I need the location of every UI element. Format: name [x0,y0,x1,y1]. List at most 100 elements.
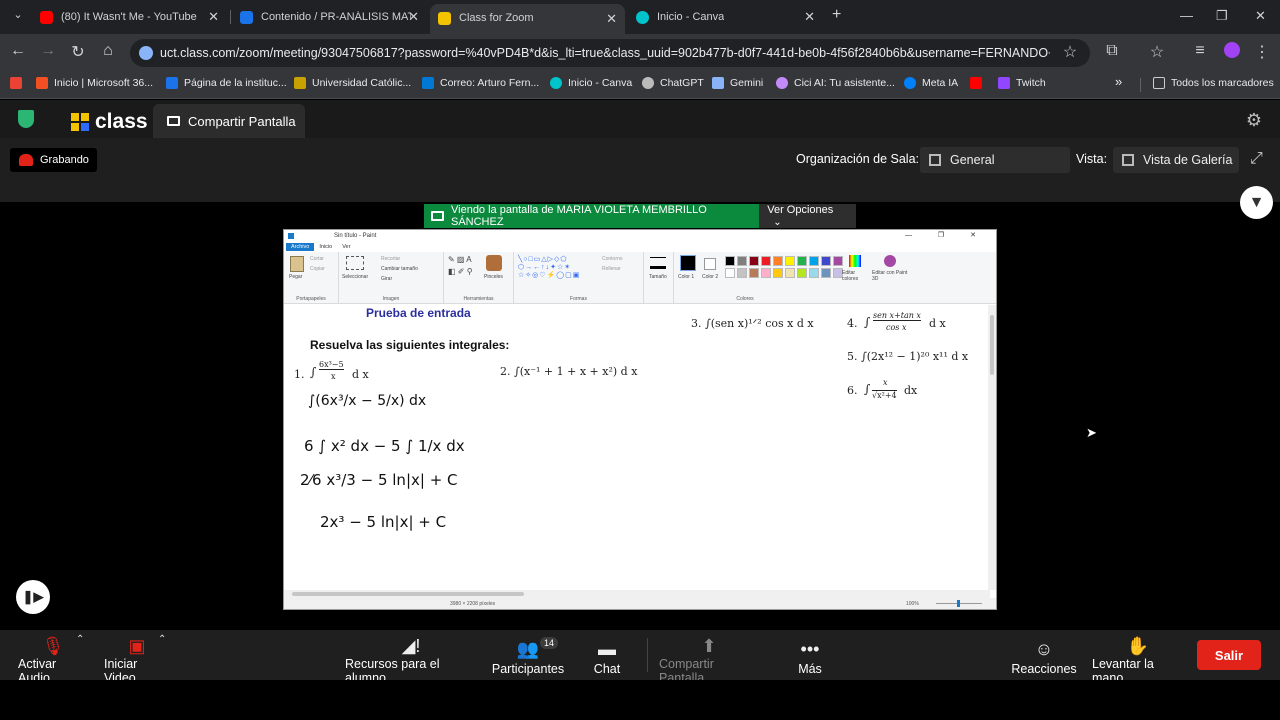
close-tab-icon[interactable]: ✕ [606,11,617,27]
paint-canvas[interactable]: Prueba de entrada Resuelva las siguiente… [284,305,990,590]
palette-swatch[interactable] [785,256,795,266]
palette-swatch[interactable] [725,268,735,278]
new-tab-button[interactable]: + [832,6,841,24]
minimize-icon[interactable]: — [1180,8,1193,23]
site-info-icon[interactable] [139,46,153,60]
profile-avatar[interactable] [1222,42,1242,63]
tab-canva[interactable]: Inicio - Canva ✕ [628,6,823,28]
palette-swatch[interactable] [773,256,783,266]
apps-icon[interactable] [10,77,28,89]
bookmark-star-icon[interactable]: ☆ [1060,42,1080,62]
participants-icon: 👥 [516,638,540,659]
chat-button[interactable]: ▬ Chat [594,630,620,680]
settings-gear-icon[interactable]: ⚙ [1246,110,1262,131]
close-tab-icon[interactable]: ✕ [208,9,219,25]
palette-swatch[interactable] [797,256,807,266]
bookmark-item[interactable]: Universidad Católic... [294,77,411,89]
bookmark-item[interactable]: Correo: Arturo Fern... [422,77,539,89]
all-bookmarks-folder[interactable]: Todos los marcadores [1153,77,1274,89]
extensions-icon[interactable]: ⧉ [1102,42,1122,60]
address-bar[interactable]: uct.class.com/zoom/meeting/93047506817?p… [130,39,1090,67]
palette-swatch[interactable] [737,268,747,278]
palette-swatch[interactable] [797,268,807,278]
bookmark-item[interactable]: Cici AI: Tu asistente... [776,77,895,89]
more-bookmarks-button[interactable]: » [1115,74,1122,89]
bookmark-item[interactable]: Inicio | Microsoft 36... [36,77,153,89]
tab-class-for-zoom[interactable]: Class for Zoom ✕ [430,4,625,34]
palette-swatch[interactable] [761,268,771,278]
media-icon[interactable]: ≡ [1190,42,1210,60]
color1-swatch[interactable] [680,255,696,271]
video-options-caret[interactable]: ⌃ [158,634,166,645]
bookmark-item[interactable]: Inicio - Canva [550,77,632,89]
back-icon[interactable]: ← [8,42,28,60]
palette-swatch[interactable] [809,256,819,266]
pencil-icon[interactable]: ✎ ▨ A [448,255,472,264]
shield-icon [18,110,34,128]
palette-swatch[interactable] [833,256,843,266]
leave-button[interactable]: Salir [1197,640,1261,670]
class-logo: class [70,110,148,134]
bookmark-item[interactable]: ChatGPT [642,77,704,89]
close-window-icon[interactable]: ✕ [1255,8,1266,24]
bookmarks-icon[interactable]: ☆ [1147,42,1167,62]
palette-swatch[interactable] [761,256,771,266]
participants-count-badge: 14 [540,637,559,649]
toggle-panel-button[interactable]: ❚▶ [16,580,50,614]
share-screen-tab[interactable]: Compartir Pantalla [153,104,305,138]
color-palette[interactable] [724,255,844,279]
menu-icon[interactable]: ⋮ [1252,42,1272,62]
paint-vertical-scrollbar[interactable] [988,305,996,590]
tab-inicio[interactable]: Inicio [314,243,337,251]
palette-swatch[interactable] [725,256,735,266]
palette-swatch[interactable] [821,268,831,278]
fullscreen-icon[interactable]: ⤢ [1250,150,1263,168]
zoom-slider-thumb[interactable] [957,600,960,607]
palette-swatch[interactable] [749,268,759,278]
download-arrow-icon[interactable]: ▼ [1240,186,1273,219]
raise-hand-button[interactable]: ✋ Levantar la mano [1092,630,1184,685]
color2-swatch[interactable] [704,258,716,270]
tab-archivo[interactable]: Archivo [286,243,315,251]
tab-ver[interactable]: Ver [337,243,355,251]
recording-cloud-icon [19,154,33,166]
close-tab-icon[interactable]: ✕ [804,9,815,25]
restore-icon[interactable]: ❐ [1216,8,1228,24]
url-text[interactable]: uct.class.com/zoom/meeting/93047506817?p… [160,46,1050,60]
paint-horizontal-scrollbar[interactable] [284,590,990,598]
student-resources-button[interactable]: ◢! Recursos para el alumno [345,630,477,685]
palette-swatch[interactable] [809,268,819,278]
bookmark-item[interactable]: Twitch [998,77,1046,89]
eraser-icon[interactable]: ◧ ✐ ⚲ [448,267,473,276]
share-screen-button[interactable]: ⬆ Compartir Pantalla [659,630,759,685]
view-options-button[interactable]: Ver Opciones ⌄ [759,204,856,228]
bookmark-item[interactable]: Gemini [712,77,763,89]
more-button[interactable]: ••• Más [798,630,822,680]
audio-options-caret[interactable]: ⌃ [76,634,84,645]
palette-swatch[interactable] [737,256,747,266]
chat-icon: ▬ [598,638,616,659]
reactions-button[interactable]: ☺ Reacciones [1011,630,1076,680]
palette-swatch[interactable] [821,256,831,266]
palette-swatch[interactable] [773,268,783,278]
tab-youtube[interactable]: (80) It Wasn't Me - YouTube ✕ [32,6,227,28]
gallery-icon [1122,154,1134,166]
close-tab-icon[interactable]: ✕ [408,9,419,25]
tab-search-icon[interactable]: ⌄ [8,8,28,21]
bookmark-item[interactable]: Página de la instituc... [166,77,287,89]
room-organization-select[interactable]: General [920,147,1070,173]
forward-icon[interactable]: → [38,42,58,60]
paste-icon [290,256,304,272]
home-icon[interactable]: ⌂ [98,42,118,60]
doc-instruction: Resuelva las siguientes integrales: [310,338,510,352]
palette-swatch[interactable] [749,256,759,266]
shapes-gallery[interactable]: ╲○□▭△▷◇⬠ ⬡→←↑↓✦☆✶ ☆✧◎♡⚡◯▢▣ [518,255,580,279]
bookmark-item[interactable] [970,77,988,89]
palette-swatch[interactable] [785,268,795,278]
canva-icon [550,77,562,89]
bookmark-item[interactable]: Meta IA [904,77,958,89]
handwritten-step-3: 2⁄6 x³/3 − 5 ln|x| + C [300,471,458,489]
gallery-view-button[interactable]: Vista de Galería [1113,147,1239,173]
reload-icon[interactable]: ↻ [68,42,88,62]
tab-contenido[interactable]: Contenido / PR-ANÁLISIS MATE ✕ [232,6,427,28]
